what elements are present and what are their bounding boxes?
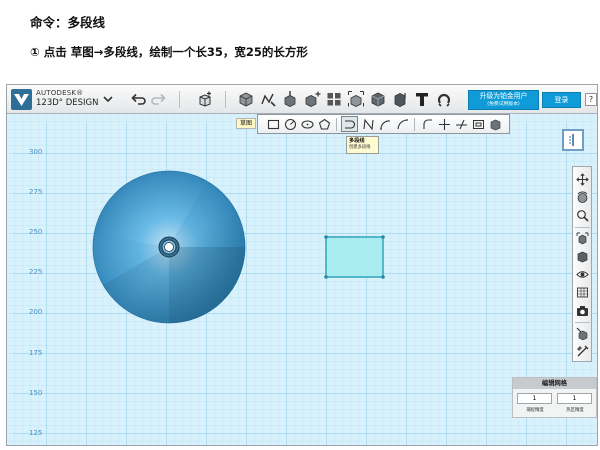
document-title: 命令：多段线 <box>30 15 106 30</box>
edit-grid-panel: 编辑网格 1 1 捕捉精度 热区精度 <box>512 377 597 418</box>
axis-label: 275 <box>29 188 43 196</box>
main-menu-chevron-down-icon[interactable] <box>102 93 114 105</box>
view-cube-button[interactable] <box>562 129 584 151</box>
undo-icon[interactable] <box>129 90 147 108</box>
toolbar-separator <box>179 91 180 108</box>
sketch-spline-icon[interactable] <box>362 118 375 131</box>
edit-grid-title: 编辑网格 <box>513 378 596 389</box>
sketch-offset-icon[interactable] <box>472 118 485 131</box>
construct-icon[interactable] <box>281 90 299 108</box>
pan-icon[interactable] <box>576 173 589 186</box>
sketch-tools-separator <box>336 118 337 131</box>
snap-icon[interactable] <box>435 90 453 108</box>
upgrade-button[interactable]: 升级为铂金用户 (免费试用版本) <box>468 90 539 110</box>
combine-icon[interactable] <box>369 90 387 108</box>
grid-canvas <box>7 114 597 445</box>
sketch-two-point-arc-icon[interactable] <box>379 118 392 131</box>
sketch-three-point-arc-icon[interactable] <box>396 118 409 131</box>
axis-label: 225 <box>29 268 43 276</box>
app-logo-icon[interactable] <box>11 89 32 110</box>
sketch-ellipse-icon[interactable] <box>301 118 314 131</box>
orbit-icon[interactable] <box>576 191 589 204</box>
sketch-tools-bar <box>257 114 510 134</box>
polyline-tooltip: 多段线 创建多段线 <box>346 136 379 154</box>
brand-product: 123D° DESIGN <box>36 98 99 108</box>
material-icon[interactable] <box>576 250 589 263</box>
sketch-project-icon[interactable] <box>489 118 502 131</box>
brand-company: AUTODESK® <box>36 89 84 97</box>
cone-object[interactable] <box>92 170 246 324</box>
axis-label: 300 <box>29 148 43 156</box>
tooltip-title: 多段线 <box>349 138 365 144</box>
upgrade-sub-label: (免费试用版本) <box>487 102 520 107</box>
sketch-icon[interactable] <box>259 90 277 108</box>
document-step-instruction: ① 点击 草图→多段线，绘制一个长35，宽25的长方形 <box>30 45 308 59</box>
measure-icon[interactable] <box>391 90 409 108</box>
axis-label: 200 <box>29 308 43 316</box>
redo-icon[interactable] <box>150 90 168 108</box>
sketch-rectangle-icon[interactable] <box>267 118 280 131</box>
nav-separator <box>575 322 590 323</box>
design-viewport[interactable]: 300 275 250 225 200 175 150 125 <box>7 114 597 445</box>
tooltip-description: 创建多段线 <box>349 145 371 150</box>
axis-label: 125 <box>29 429 43 437</box>
axis-label: 175 <box>29 349 43 357</box>
sketch-rectangle-object[interactable] <box>324 235 385 279</box>
upgrade-label: 升级为铂金用户 <box>479 92 528 100</box>
sketch-menu-label: 草图 <box>236 118 257 129</box>
snap-precision-input[interactable]: 1 <box>517 393 552 404</box>
zoom-icon[interactable] <box>576 209 589 222</box>
login-button[interactable]: 登录 <box>542 92 581 108</box>
navigation-bar <box>572 166 592 362</box>
sketch-circle-icon[interactable] <box>284 118 297 131</box>
text-icon[interactable] <box>413 90 431 108</box>
sketch-polygon-icon[interactable] <box>318 118 331 131</box>
axis-label: 250 <box>29 228 43 236</box>
sketch-fillet-icon[interactable] <box>421 118 434 131</box>
view-cube-icon <box>569 134 574 146</box>
select-all-icon[interactable] <box>576 327 589 340</box>
modify-icon[interactable] <box>303 90 321 108</box>
grid-snap-icon[interactable] <box>576 286 589 299</box>
visibility-eye-icon[interactable] <box>576 268 589 281</box>
camera-icon[interactable] <box>576 304 589 317</box>
nav-separator <box>575 227 590 228</box>
grid-precision-caption: 热区精度 <box>566 408 584 413</box>
grid-precision-input[interactable]: 1 <box>557 393 592 404</box>
sketch-extend-icon[interactable] <box>455 118 468 131</box>
help-button[interactable]: ? <box>585 93 597 106</box>
settings-wrench-icon[interactable] <box>576 345 589 358</box>
toolbar-separator <box>225 91 226 108</box>
app-window: AUTODESK® 123D° DESIGN 升级为铂金用户 (免费试用版本) … <box>6 84 598 446</box>
sketch-tools-separator <box>414 118 415 131</box>
sketch-trim-icon[interactable] <box>438 118 451 131</box>
fit-view-icon[interactable] <box>576 232 589 245</box>
axis-label: 150 <box>29 389 43 397</box>
main-toolbar: AUTODESK® 123D° DESIGN 升级为铂金用户 (免费试用版本) … <box>7 85 597 114</box>
sketch-polyline-icon[interactable] <box>343 118 356 131</box>
grouping-icon[interactable] <box>347 90 365 108</box>
pattern-icon[interactable] <box>325 90 343 108</box>
primitives-icon[interactable] <box>237 90 255 108</box>
snap-precision-caption: 捕捉精度 <box>526 408 544 413</box>
add-primitive-icon[interactable] <box>196 90 214 108</box>
